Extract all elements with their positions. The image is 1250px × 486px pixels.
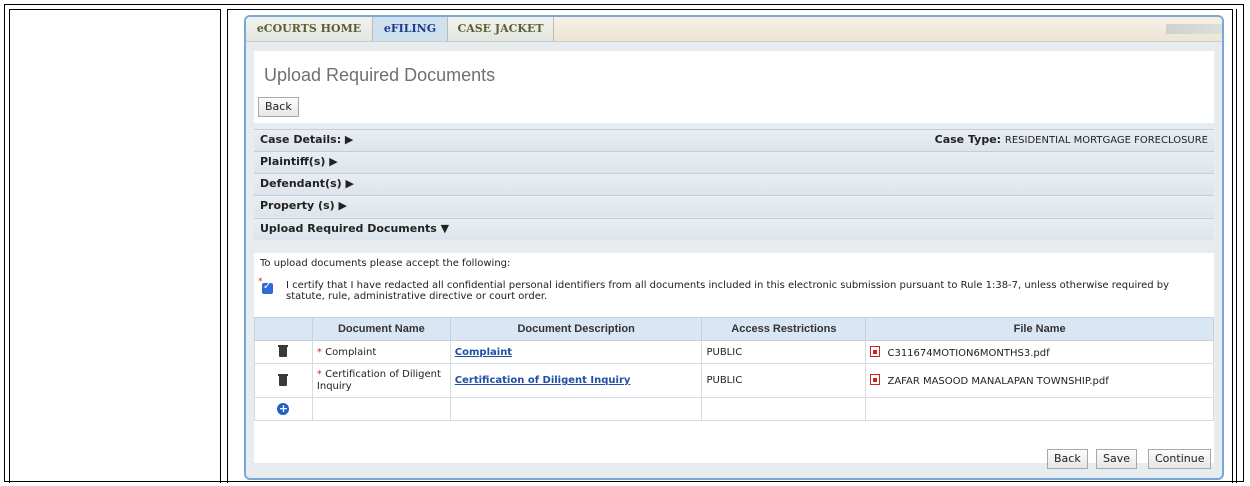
certify-text: I certify that I have redacted all confi… [286,280,1170,302]
empty-cell [865,397,1214,421]
back-button-top[interactable]: Back [258,97,299,117]
empty-cell [701,397,867,421]
back-button[interactable]: Back [1047,449,1088,469]
trash-icon[interactable] [278,344,289,357]
right-column [1236,9,1242,483]
header-file-name: File Name [865,317,1214,341]
required-marker: * [316,346,322,358]
required-marker: * [316,368,322,380]
row-file: C311674MOTION6MONTHS3.pdf [865,340,1214,364]
navbar-fill [554,17,1222,41]
row-file: ZAFAR MASOOD MANALAPAN TOWNSHIP.pdf [865,363,1214,398]
header-document-name: Document Name [311,317,451,341]
file-name: ZAFAR MASOOD MANALAPAN TOWNSHIP.pdf [887,375,1109,387]
section-case-details[interactable]: Case Details: ▶ Case Type: RESIDENTIAL M… [254,129,1214,151]
pdf-icon [870,373,881,385]
header-actions [254,317,313,341]
empty-cell [311,397,451,421]
table-row: * Complaint Complaint PUBLIC C311674MOTI… [254,340,1214,364]
section-property[interactable]: Property (s) ▶ [254,195,1214,217]
continue-button[interactable]: Continue [1148,449,1212,469]
document-description-link[interactable]: Certification of Diligent Inquiry [455,375,631,386]
add-row-icon[interactable]: + [277,403,290,415]
top-actions: Back [254,87,1214,123]
document-name: Certification of Diligent Inquiry [316,368,441,392]
file-name: C311674MOTION6MONTHS3.pdf [887,347,1050,359]
row-actions [254,340,313,364]
tab-ecourts-home[interactable]: eCOURTS HOME [246,17,373,41]
header-document-description: Document Description [449,317,703,341]
top-navbar: eCOURTS HOME eFILING CASE JACKET [246,17,1222,42]
empty-cell [449,397,703,421]
case-type: Case Type: RESIDENTIAL MORTGAGE FORECLOS… [935,130,1208,151]
row-access: PUBLIC [701,340,867,364]
page-title: Upload Required Documents [264,65,496,85]
row-document-name: * Certification of Diligent Inquiry [311,363,451,398]
row-description: Certification of Diligent Inquiry [449,363,703,398]
upload-panel: To upload documents please accept the fo… [254,253,1214,469]
row-actions [254,363,313,398]
redacted-user-info [1166,24,1222,34]
row-document-name: * Complaint [311,340,451,364]
left-column [9,9,221,483]
efiling-window: eCOURTS HOME eFILING CASE JACKET Upload … [244,15,1224,480]
table-add-row: + [254,397,1214,421]
table-row: * Certification of Diligent Inquiry Cert… [254,363,1214,398]
header-access-restrictions: Access Restrictions [701,317,867,341]
save-button[interactable]: Save [1096,449,1138,469]
add-row-cell: + [254,397,313,421]
tab-efiling[interactable]: eFILING [373,17,448,41]
row-description: Complaint [449,340,703,364]
case-details-label: Case Details: ▶ [260,133,354,146]
document-name: Complaint [325,346,377,358]
title-panel: Upload Required Documents [254,51,1214,87]
section-upload-documents[interactable]: Upload Required Documents ▼ [254,218,1214,240]
documents-table: Document Name Document Description Acces… [254,317,1214,421]
case-type-label: Case Type: [934,133,1002,146]
row-access: PUBLIC [701,363,867,398]
pdf-icon [870,345,881,357]
trash-icon[interactable] [278,373,289,386]
tab-case-jacket[interactable]: CASE JACKET [448,17,554,41]
certify-checkbox[interactable] [262,281,273,294]
section-plaintiffs[interactable]: Plaintiff(s) ▶ [254,151,1214,173]
section-defendants[interactable]: Defendant(s) ▶ [254,173,1214,195]
upload-instruction: To upload documents please accept the fo… [260,258,511,269]
case-type-value: RESIDENTIAL MORTGAGE FORECLOSURE [1004,135,1208,146]
document-description-link[interactable]: Complaint [455,347,512,358]
table-header-row: Document Name Document Description Acces… [254,317,1214,341]
